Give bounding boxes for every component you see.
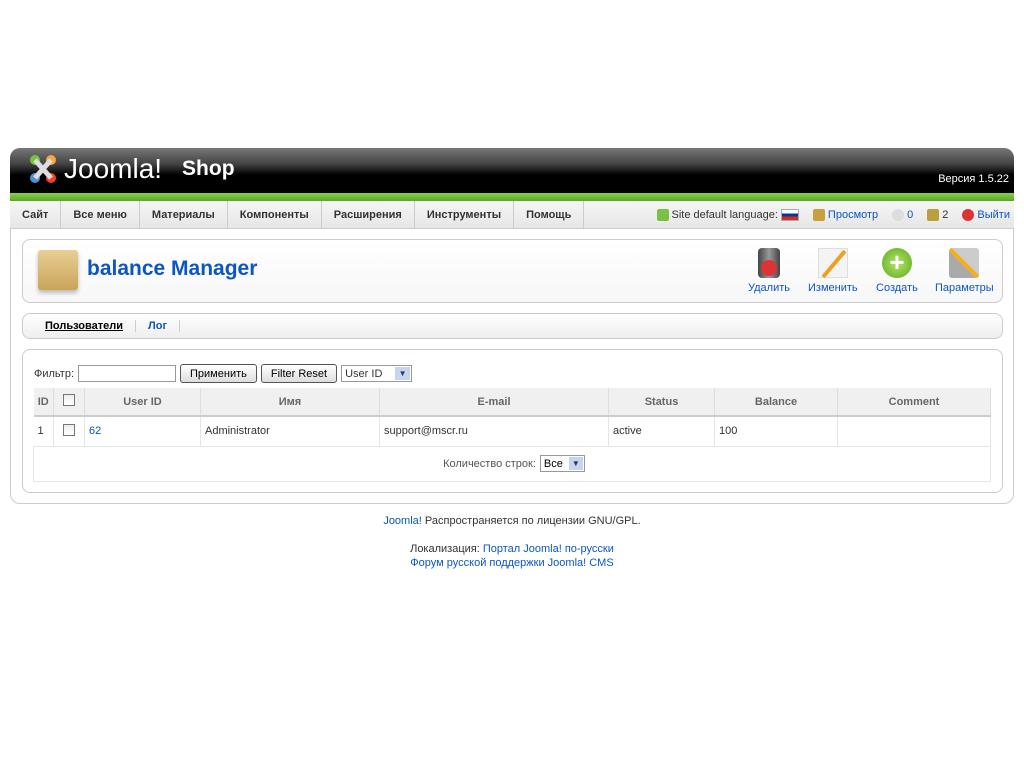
version-label: Версия 1.5.22 [938,173,1009,185]
delete-label: Удалить [748,282,790,294]
parameters-button[interactable]: Параметры [935,248,994,294]
create-button[interactable]: + Создать [876,248,918,294]
menu-tools[interactable]: Инструменты [415,201,515,229]
chevron-down-icon: ▼ [395,367,411,380]
pagination-row: Количество строк: Все ▼ [33,445,991,482]
cell-id: 1 [33,416,54,447]
logo-text: Joomla! [64,153,163,184]
cell-name: Administrator [200,416,380,447]
col-status[interactable]: Status [608,388,715,417]
messages-icon [892,209,905,221]
col-comment[interactable]: Comment [837,388,991,417]
russian-flag-icon [780,209,799,221]
preview-icon [812,209,825,221]
edit-button[interactable]: Изменить [808,248,858,294]
sort-select[interactable]: User ID ▼ [341,365,413,382]
logout-link[interactable]: Выйти [977,209,1010,221]
cell-email: support@mscr.ru [379,416,609,447]
tab-log[interactable]: Лог [136,320,181,332]
footer-license: Joomla! Распространяется по лицензии GNU… [0,515,1024,527]
language-label: Site default language: [671,209,778,221]
col-user-id[interactable]: User ID [84,388,201,417]
table-header-row: ID User ID Имя E-mail Status Balance Com… [33,388,991,417]
rows-per-page-select[interactable]: Все ▼ [539,455,585,472]
edit-label: Изменить [808,282,858,294]
preview-link[interactable]: Просмотр [828,209,878,221]
col-id[interactable]: ID [33,388,54,417]
filter-bar: Фильтр: Применить Filter Reset User ID ▼ [34,364,413,383]
tab-users[interactable]: Пользователи [33,320,137,332]
chevron-down-icon: ▼ [568,457,583,470]
cell-status: active [608,416,715,447]
menu-extensions[interactable]: Расширения [322,201,415,229]
logout-icon [962,209,975,221]
cell-balance: 100 [714,416,838,447]
cell-comment [837,416,991,447]
language-icon [656,209,669,221]
col-select-all [53,388,85,417]
green-strip [10,193,1014,201]
sort-value: User ID [345,367,383,380]
users-table: ID User ID Имя E-mail Status Balance Com… [33,388,991,482]
page-title: balance Manager [87,257,258,280]
users-count: 2 [942,209,949,221]
menu-components[interactable]: Компоненты [228,201,322,229]
parameters-label: Параметры [935,282,994,294]
box-icon [38,250,78,290]
filter-input[interactable] [78,365,177,382]
messages-count[interactable]: 0 [907,209,913,221]
delete-button[interactable]: Удалить [748,248,790,294]
plus-icon: + [881,248,912,278]
filter-reset-button[interactable]: Filter Reset [260,364,338,383]
forum-link[interactable]: Форум русской поддержки Joomla! CMS [410,557,613,569]
site-name: Shop [182,157,235,180]
menu-help[interactable]: Помощь [514,201,585,229]
rows-label: Количество строк: [443,457,536,470]
select-all-checkbox[interactable] [63,394,75,406]
col-name[interactable]: Имя [200,388,380,417]
menu-site[interactable]: Сайт [10,201,62,229]
localization-label: Локализация: [410,543,483,555]
menu-content[interactable]: Материалы [140,201,228,229]
filter-label: Фильтр: [34,367,75,380]
footer-forum: Форум русской поддержки Joomla! CMS [0,557,1024,569]
localization-link[interactable]: Портал Joomla! по-русски [483,543,614,555]
row-checkbox[interactable] [63,423,75,436]
cell-checkbox [53,416,85,447]
tools-icon [949,248,980,278]
cell-user-id-link[interactable]: 62 [89,425,101,437]
users-icon [927,209,940,221]
menu-all-menus[interactable]: Все меню [61,201,140,229]
apply-button[interactable]: Применить [180,364,257,383]
joomla-logo: Joomla! Shop [26,152,235,186]
rows-value: Все [543,457,563,470]
col-email[interactable]: E-mail [379,388,609,417]
submenu: Пользователи Лог [22,313,1003,339]
status-bar: Site default language: Просмотр 0 2 Выйт… [656,201,1010,229]
joomla-logo-icon [30,155,56,183]
footer-localization: Локализация: Портал Joomla! по-русски [0,543,1024,555]
create-label: Создать [876,282,918,294]
license-text: Распространяется по лицензии GNU/GPL. [421,515,641,527]
table-row: 1 62 Administrator support@mscr.ru activ… [33,416,991,447]
col-balance[interactable]: Balance [714,388,838,417]
joomla-link[interactable]: Joomla! [383,515,422,527]
